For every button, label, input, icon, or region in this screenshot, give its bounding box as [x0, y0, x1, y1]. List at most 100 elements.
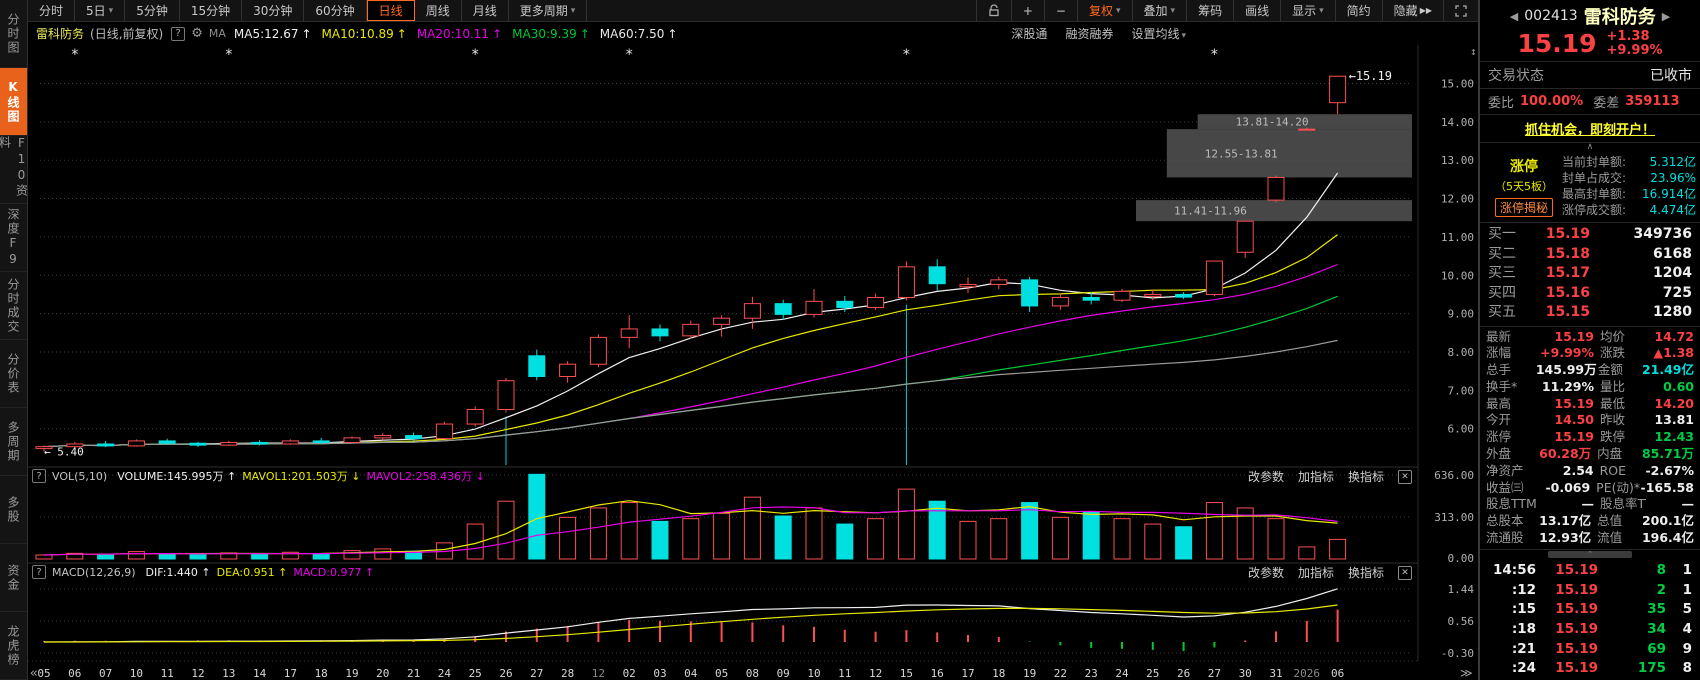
x-axis-label: 02	[623, 667, 636, 680]
x-axis-label: 26	[499, 667, 512, 680]
volume-bar	[836, 523, 854, 560]
volume-bar	[1021, 502, 1039, 560]
toolbar-button-−[interactable]: −	[1043, 0, 1077, 21]
limit-up-secret-button[interactable]: 涨停揭秘	[1494, 197, 1553, 217]
toolbar-button-日线[interactable]: 日线	[366, 0, 415, 21]
order-book-row[interactable]: 买二 15.18 6168	[1488, 245, 1692, 265]
order-book-row[interactable]: 买五 15.15 1280	[1488, 303, 1692, 323]
x-axis-label: 24	[1115, 667, 1129, 680]
toolbar-button-15分钟[interactable]: 15分钟	[180, 0, 243, 21]
scroll-right-button: ≫	[1460, 666, 1473, 680]
macd-indicator-value-3: MACD:0.977 ↑	[293, 565, 375, 579]
sidebar-item-2[interactable]: K线图	[0, 68, 27, 136]
volume-bar	[35, 554, 53, 560]
toolbar-button-画线[interactable]: 画线	[1233, 0, 1280, 21]
ma-value-5: MA60:7.50 ↑	[599, 26, 678, 41]
candle-body	[1113, 290, 1131, 301]
tick-row: :21 15.19 69 9	[1511, 640, 1692, 657]
pane-ctrl-改参数[interactable]: 改参数	[1248, 468, 1284, 485]
volume-bar	[1051, 516, 1069, 560]
sidebar-item-9[interactable]: 资金	[0, 544, 27, 612]
toolbar-button-筹码[interactable]: 筹码	[1186, 0, 1233, 21]
lock-open-icon[interactable]	[975, 0, 1011, 21]
sidebar-item-3[interactable]: F10资料	[0, 136, 29, 204]
volume-bar	[251, 553, 269, 560]
ma-value-1: MA5:12.67 ↑	[233, 26, 312, 41]
candle-body	[528, 355, 546, 377]
collapse-tab[interactable]: ∧	[1480, 143, 1700, 152]
x-axis-label: 26	[1177, 667, 1190, 680]
order-book: 买一 15.19 349736 买二 15.18 6168 买三 15.17 1204 买四 15.…	[1480, 223, 1700, 327]
order-book-row[interactable]: 买三 15.17 1204	[1488, 264, 1692, 284]
toolbar-button-+[interactable]: +	[1010, 0, 1044, 21]
candle-body	[743, 303, 761, 319]
volume-bar	[1175, 526, 1193, 560]
help-icon[interactable]: ?	[32, 565, 46, 579]
price-change-pct: +9.99%	[1606, 43, 1663, 58]
prev-stock-icon[interactable]: ◀	[1510, 10, 1518, 23]
close-icon[interactable]: ✕	[1398, 469, 1412, 484]
next-stock-icon[interactable]: ▶	[1662, 10, 1670, 23]
sidebar-item-5[interactable]: 分时成交	[0, 272, 27, 340]
gear-icon[interactable]: ⚙	[191, 26, 203, 41]
close-icon[interactable]: ✕	[1398, 565, 1412, 580]
x-axis-label: 27	[530, 667, 543, 680]
sidebar-item-8[interactable]: 多股	[0, 476, 27, 544]
order-book-row[interactable]: 买一 15.19 349736	[1488, 225, 1692, 245]
sidebar-item-1[interactable]: 分时图	[0, 0, 27, 68]
sidebar-item-7[interactable]: 多周期	[0, 408, 27, 476]
link-设置均线[interactable]: 设置均线 ▾	[1131, 25, 1186, 42]
x-axis-label: 12	[191, 667, 204, 680]
toolbar-button-月线[interactable]: 月线	[462, 0, 509, 21]
sidebar-item-6[interactable]: 分价表	[0, 340, 27, 408]
expand-icon[interactable]	[1443, 0, 1478, 21]
order-book-row[interactable]: 买四 15.16 725	[1488, 284, 1692, 304]
candle-body	[466, 408, 484, 425]
x-axis-label: 23	[1085, 667, 1098, 680]
toolbar-button-更多周期[interactable]: 更多周期 ▾	[509, 0, 588, 21]
sidebar-item-4[interactable]: 深度F9	[0, 204, 27, 272]
event-marker: *	[625, 47, 633, 63]
tick-row: 14:56 15.19 8 1	[1493, 561, 1692, 578]
open-account-banner[interactable]: 抓住机会，即刻开户！	[1480, 115, 1700, 143]
stat-row: 最新 15.19 均价 14.72	[1486, 328, 1694, 344]
price-axis-label: 10.00	[1441, 269, 1474, 282]
volume-bar	[374, 548, 392, 560]
limit-up-subtitle: （5天5板）	[1495, 179, 1553, 193]
toolbar-button-叠加[interactable]: 叠加 ▾	[1131, 0, 1187, 21]
toolbar-button-分时[interactable]: 分时	[28, 0, 76, 21]
pane-ctrl-改参数[interactable]: 改参数	[1248, 564, 1284, 581]
pane-ctrl-换指标[interactable]: 换指标	[1348, 468, 1384, 485]
sidebar-item-10[interactable]: 龙虎榜	[0, 612, 27, 680]
link-深股通[interactable]: 深股通	[1011, 25, 1047, 42]
toolbar-button-60分钟[interactable]: 60分钟	[304, 0, 367, 21]
toolbar-button-显示[interactable]: 显示 ▾	[1280, 0, 1335, 21]
kline-chart-svg[interactable]: 15.00 14.00 13.00 12.00 11.00 10.00 9.00 8.00 7.…	[28, 45, 1480, 680]
link-融资融券[interactable]: 融资融券	[1065, 25, 1113, 42]
toolbar-button-简约[interactable]: 简约	[1334, 0, 1382, 21]
pane-ctrl-加指标[interactable]: 加指标	[1298, 564, 1334, 581]
x-axis-label: 25	[469, 667, 482, 680]
volume-bar	[897, 488, 915, 560]
chart-area[interactable]: 15.00 14.00 13.00 12.00 11.00 10.00 9.00 8.00 7.…	[28, 45, 1480, 680]
toolbar-button-周线[interactable]: 周线	[415, 0, 462, 21]
toolbar-button-5分钟[interactable]: 5分钟	[125, 0, 180, 21]
candle-body	[897, 266, 915, 298]
volume-bar	[127, 551, 145, 560]
weibi-value: 100.00%	[1520, 94, 1584, 109]
toolbar-button-5日[interactable]: 5日 ▾	[75, 0, 126, 21]
toolbar-button-隐藏[interactable]: 隐藏 ▶▶	[1381, 0, 1443, 21]
ma-tag: MA	[208, 27, 226, 40]
pane-ctrl-换指标[interactable]: 换指标	[1348, 564, 1384, 581]
panel-resize-handle[interactable]: ⌃	[1480, 550, 1700, 560]
x-axis-label: 10	[807, 667, 820, 680]
toolbar-button-30分钟[interactable]: 30分钟	[242, 0, 305, 21]
candle-body	[435, 423, 453, 440]
help-icon[interactable]: ?	[32, 469, 46, 483]
toolbar-button-复权[interactable]: 复权 ▾	[1076, 0, 1132, 21]
price-axis-label: 11.00	[1441, 231, 1474, 244]
help-icon[interactable]: ?	[171, 26, 186, 41]
pane-ctrl-加指标[interactable]: 加指标	[1298, 468, 1334, 485]
quote-panel: ◀ 002413 雷科防务 ▶ 15.19 +1.38 +9.99% 交易状态 …	[1478, 0, 1700, 680]
stat-row: 净资产 2.54 ROE -2.67%	[1486, 462, 1694, 478]
